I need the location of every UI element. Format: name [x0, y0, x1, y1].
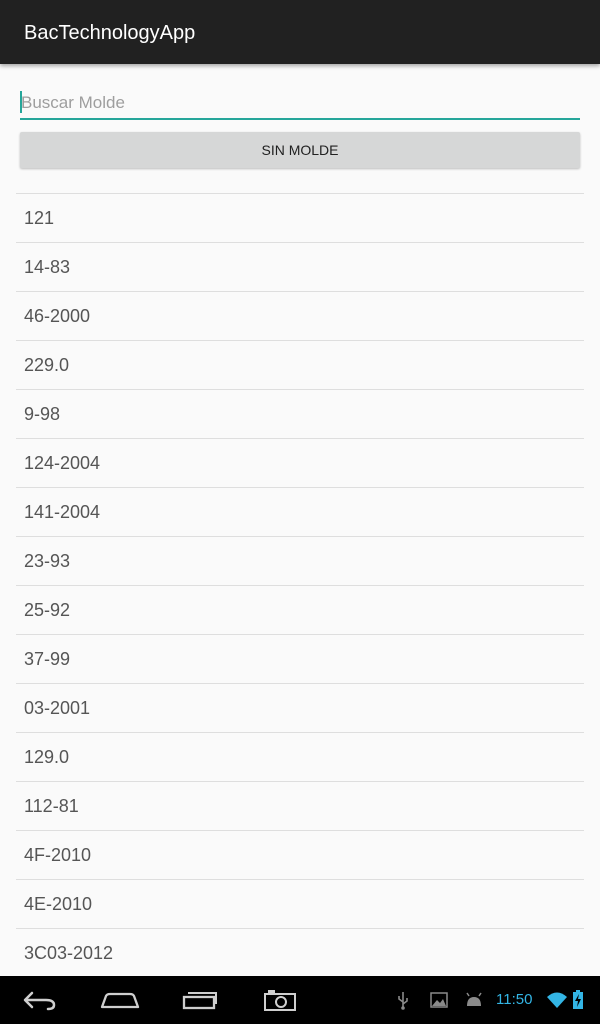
screenshot-icon	[264, 990, 296, 1011]
action-bar: BacTechnologyApp	[0, 0, 600, 64]
list-item[interactable]: 25-92	[16, 586, 584, 635]
sin-molde-button[interactable]: SIN MOLDE	[20, 132, 580, 168]
recent-apps-button[interactable]	[160, 976, 240, 1024]
text-cursor	[20, 91, 22, 113]
list-item[interactable]: 121	[16, 194, 584, 243]
search-input[interactable]	[20, 88, 581, 118]
list-item[interactable]: 129.0	[16, 733, 584, 782]
system-navigation-bar: 11:50	[0, 976, 600, 1024]
home-button[interactable]	[80, 976, 160, 1024]
list-item[interactable]: 03-2001	[16, 684, 584, 733]
list-item[interactable]: 3C03-2012	[16, 929, 584, 976]
battery-charging-icon	[572, 990, 584, 1010]
back-button[interactable]	[0, 976, 80, 1024]
molde-list: 121 14-83 46-2000 229.0 9-98 124-2004 141-2004…	[16, 193, 584, 976]
list-item[interactable]: 37-99	[16, 635, 584, 684]
list-item[interactable]: 9-98	[16, 390, 584, 439]
search-field-container	[20, 88, 581, 120]
screenshot-button[interactable]	[240, 976, 320, 1024]
list-item[interactable]: 112-81	[16, 782, 584, 831]
list-item[interactable]: 4E-2010	[16, 880, 584, 929]
list-item[interactable]: 229.0	[16, 341, 584, 390]
list-item[interactable]: 46-2000	[16, 292, 584, 341]
app-title: BacTechnologyApp	[24, 22, 196, 44]
gallery-icon	[430, 990, 448, 1010]
list-item[interactable]: 4F-2010	[16, 831, 584, 880]
back-icon	[23, 991, 56, 1011]
recent-apps-icon	[182, 992, 217, 1010]
status-clock: 11:50	[496, 991, 533, 1008]
usb-icon	[396, 990, 410, 1010]
list-item[interactable]: 14-83	[16, 243, 584, 292]
main-content: SIN MOLDE 12114-8346-2000229.09-98124-20…	[0, 64, 600, 976]
list-item[interactable]: 23-93	[16, 537, 584, 586]
android-debug-icon	[464, 990, 484, 1010]
list-item[interactable]: 141-2004	[16, 488, 584, 537]
list-item[interactable]: 124-2004	[16, 439, 584, 488]
wifi-icon	[546, 990, 568, 1010]
home-icon	[100, 992, 140, 1009]
